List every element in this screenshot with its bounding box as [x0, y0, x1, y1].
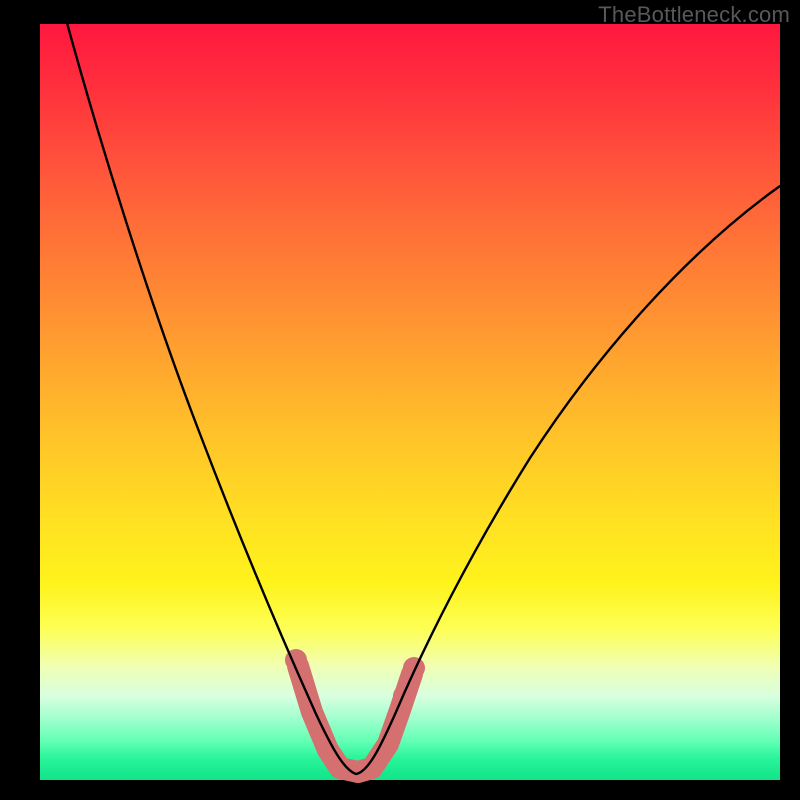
marker-dot	[386, 714, 406, 734]
bottleneck-curve	[64, 12, 780, 774]
plot-area	[40, 24, 780, 780]
chart-frame: TheBottleneck.com	[0, 0, 800, 800]
highlight-markers	[285, 649, 425, 772]
curve-layer	[40, 24, 780, 780]
marker-dot	[403, 657, 425, 679]
watermark-text: TheBottleneck.com	[598, 2, 790, 28]
